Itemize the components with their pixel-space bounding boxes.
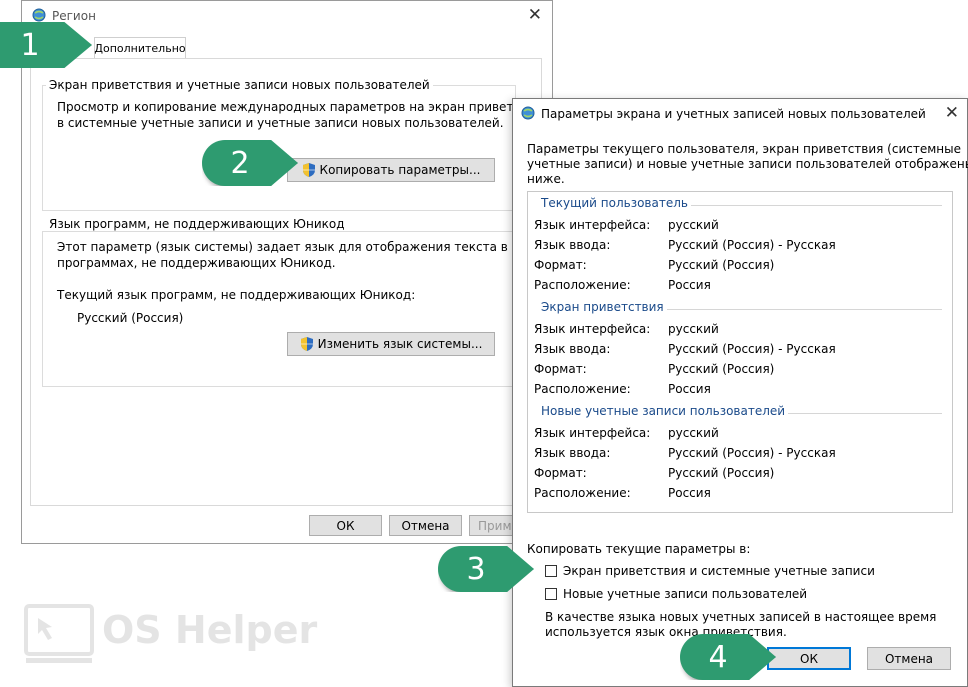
step-badge-3-label: 3 [466, 551, 486, 587]
welcome-desc-line1: Просмотр и копирование международных пар… [57, 100, 553, 114]
current-user-location-value: Россия [668, 278, 711, 292]
settings-ok-button[interactable]: ОК [767, 647, 851, 670]
current-user-input-value: Русский (Россия) - Русская [668, 238, 836, 252]
settings-info-panel: Текущий пользователь Язык интерфейса: ру… [527, 191, 953, 513]
os-helper-watermark: OS Helper [24, 604, 324, 668]
settings-cancel-button[interactable]: Отмена [867, 647, 951, 670]
settings-titlebar: Параметры экрана и учетных записей новых… [513, 99, 967, 129]
section-title-new-users: Новые учетные записи пользователей [538, 404, 789, 418]
uac-shield-icon [300, 337, 313, 351]
new-users-input-label: Язык ввода: [534, 446, 611, 460]
new-users-format-value: Русский (Россия) [668, 466, 775, 480]
welcome-group-legend: Экран приветствия и учетные записи новых… [46, 78, 433, 92]
tab-advanced-label: Дополнительно [94, 42, 186, 55]
welcome-ui-language-label: Язык интерфейса: [534, 322, 651, 336]
welcome-ui-language-value: русский [668, 322, 719, 336]
tab-body: Экран приветствия и учетные записи новых… [30, 58, 553, 506]
region-ok-label: ОК [336, 518, 355, 533]
new-users-location-label: Расположение: [534, 486, 631, 500]
new-users-checkbox-label[interactable]: Новые учетные записи пользователей [563, 586, 807, 602]
current-user-location-label: Расположение: [534, 278, 631, 292]
new-users-ui-language-value: русский [668, 426, 719, 440]
current-language-label: Текущий язык программ, не поддерживающих… [57, 288, 416, 302]
region-titlebar: Регион ✕ [22, 1, 552, 31]
region-title: Регион [52, 9, 96, 23]
welcome-format-label: Формат: [534, 362, 587, 376]
current-user-format-label: Формат: [534, 258, 587, 272]
section-title-current-user: Текущий пользователь [538, 196, 691, 210]
new-users-checkbox[interactable] [545, 588, 557, 600]
welcome-screen-checkbox[interactable] [545, 565, 557, 577]
settings-cancel-label: Отмена [884, 651, 934, 666]
region-window: Регион ✕ Дополнительно Экран приветствия… [21, 0, 553, 544]
region-cancel-label: Отмена [401, 518, 450, 533]
current-user-ui-language-label: Язык интерфейса: [534, 218, 651, 232]
region-cancel-button[interactable]: Отмена [389, 515, 462, 536]
welcome-input-label: Язык ввода: [534, 342, 611, 356]
os-helper-logo-icon [24, 604, 94, 663]
globe-icon [521, 106, 535, 123]
welcome-screen-checkbox-label[interactable]: Экран приветствия и системные учетные за… [563, 563, 875, 579]
current-user-ui-language-value: русский [668, 218, 719, 232]
change-system-language-button[interactable]: Изменить язык системы... [287, 332, 495, 356]
new-users-input-value: Русский (Россия) - Русская [668, 446, 836, 460]
unicode-group-legend: Язык программ, не поддерживающих Юникод [46, 217, 348, 231]
intro-line2: учетные записи) и новые учетные записи п… [527, 157, 968, 171]
uac-shield-icon [302, 163, 315, 177]
step-badge-1-label: 1 [20, 27, 40, 63]
welcome-location-value: Россия [668, 382, 711, 396]
current-user-format-value: Русский (Россия) [668, 258, 775, 272]
copy-settings-button[interactable]: Копировать параметры... [287, 158, 495, 182]
intro-line1: Параметры текущего пользователя, экран п… [527, 142, 961, 156]
settings-title: Параметры экрана и учетных записей новых… [541, 107, 926, 121]
settings-ok-label: ОК [800, 651, 818, 666]
tab-advanced[interactable]: Дополнительно [94, 37, 186, 59]
section-title-welcome: Экран приветствия [538, 300, 667, 314]
change-system-language-label: Изменить язык системы... [317, 337, 483, 351]
step-badge-2-label: 2 [230, 145, 250, 181]
copy-settings-label: Копировать параметры... [319, 163, 481, 177]
region-close-icon[interactable]: ✕ [528, 7, 542, 24]
step-badge-4-label: 4 [708, 639, 728, 675]
current-user-input-label: Язык ввода: [534, 238, 611, 252]
new-users-location-value: Россия [668, 486, 711, 500]
note-line1: В качестве языка новых учетных записей в… [545, 610, 937, 624]
region-ok-button[interactable]: ОК [309, 515, 382, 536]
unicode-desc-line1: Этот параметр (язык системы) задает язык… [57, 240, 508, 254]
current-language-value: Русский (Россия) [77, 311, 184, 325]
settings-dialog: Параметры экрана и учетных записей новых… [512, 98, 968, 687]
welcome-desc-line2: в системные учетные записи и учетные зап… [57, 116, 504, 130]
unicode-desc-line2: программах, не поддерживающих Юникод. [57, 256, 336, 270]
settings-close-icon[interactable]: ✕ [945, 105, 959, 122]
welcome-format-value: Русский (Россия) [668, 362, 775, 376]
new-users-format-label: Формат: [534, 466, 587, 480]
welcome-location-label: Расположение: [534, 382, 631, 396]
watermark-text: OS Helper [102, 608, 318, 652]
intro-line3: ниже. [527, 172, 565, 186]
welcome-input-value: Русский (Россия) - Русская [668, 342, 836, 356]
new-users-ui-language-label: Язык интерфейса: [534, 426, 651, 440]
copy-to-label: Копировать текущие параметры в: [527, 542, 751, 556]
